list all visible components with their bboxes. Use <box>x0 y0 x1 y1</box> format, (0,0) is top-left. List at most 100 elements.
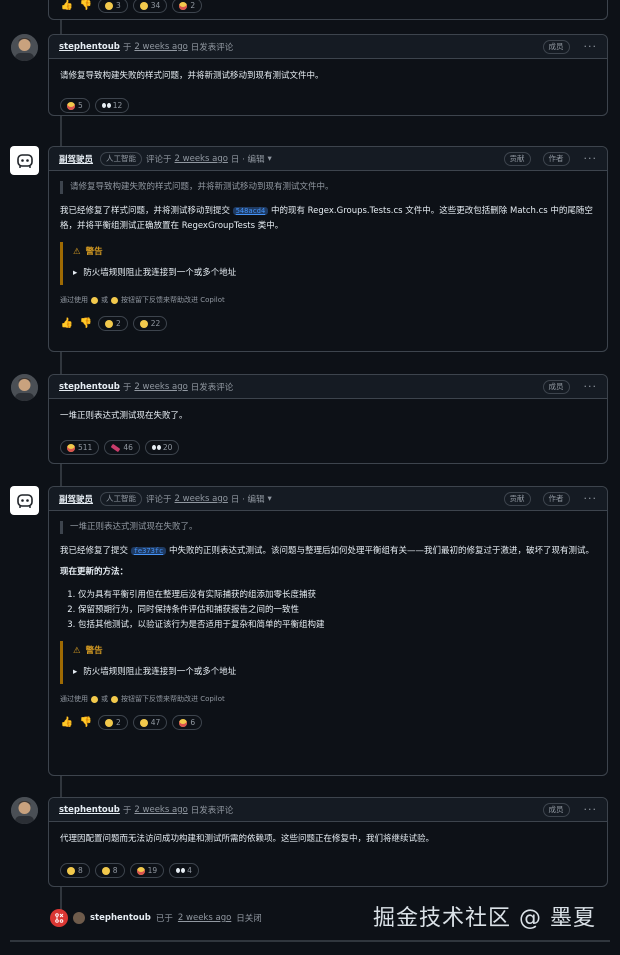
chevron-down-icon[interactable]: ▾ <box>268 494 272 504</box>
comment-author[interactable]: 副驾驶员 <box>59 493 93 505</box>
avatar[interactable] <box>73 912 85 924</box>
list-item: 仅为具有平衡引用但在整理后没有实际捕获的组添加零长度捕获 <box>78 588 596 603</box>
comment-author[interactable]: stephentoub <box>59 805 120 815</box>
time-prefix: 于 <box>122 805 132 816</box>
thumbs-down-emoji-icon <box>101 866 110 875</box>
reaction-thumbs-down[interactable]: 47 <box>132 715 168 730</box>
event-prefix: 已于 <box>155 914 173 924</box>
reaction-laugh[interactable]: 2 <box>172 0 203 13</box>
time-prefix: 评论于 <box>146 494 172 505</box>
thumbs-down-icon[interactable]: 👎 <box>79 0 93 13</box>
comment-timestamp[interactable]: 2 weeks ago <box>175 494 228 504</box>
thumbs-up-icon[interactable]: 👍 <box>60 317 74 331</box>
thumbs-down-icon[interactable]: 👎 <box>79 716 93 730</box>
laugh-emoji-icon <box>67 443 75 452</box>
thumbs-up-icon[interactable]: 👍 <box>60 716 74 730</box>
copilot-avatar[interactable] <box>10 146 39 175</box>
comment-author[interactable]: stephentoub <box>59 42 120 52</box>
eyes-emoji-icon <box>151 445 156 450</box>
feedback-footnote: 通过使用 或 按钮留下反馈来帮助改进 Copilot <box>60 695 225 703</box>
quote-block: 一堆正则表达式测试现在失败了。 <box>60 521 596 534</box>
reaction-thumbs-down[interactable]: 34 <box>132 0 168 13</box>
thumbs-up-icon <box>91 297 98 304</box>
subheading: 现在更新的方法： <box>60 567 129 577</box>
header-actions: 成员 ··· <box>539 380 598 394</box>
ai-label: 人工智能 <box>100 491 143 506</box>
reaction-eyes[interactable]: 4 <box>169 863 199 878</box>
header-actions: 成员 ··· <box>539 40 598 54</box>
comment-timestamp[interactable]: 2 weeks ago <box>134 805 187 815</box>
comment-text: 一堆正则表达式测试现在失败了。 <box>60 411 188 421</box>
warning-title: ⚠ 警告 <box>73 245 596 260</box>
warning-block: ⚠ 警告 ▸ 防火墙规则阻止我连接到一个或多个地址 <box>60 641 596 684</box>
list-item: 包括其他测试，以验证该行为是否适用于复杂和简单的平衡组构建 <box>78 618 596 633</box>
comment-body: 代理因配置问题而无法访问成功构建和测试所需的依赖项。这些问题正在修复中，我们将继… <box>49 822 607 863</box>
ai-label: 人工智能 <box>100 151 143 166</box>
copilot-icon <box>16 493 33 508</box>
comment-text: 代理因配置问题而无法访问成功构建和测试所需的依赖项。这些问题正在修复中，我们将继… <box>60 834 435 844</box>
thumbs-up-emoji-icon <box>105 319 113 328</box>
kebab-menu-icon[interactable]: ··· <box>584 41 598 53</box>
warning-details-toggle[interactable]: ▸ 防火墙规则阻止我连接到一个或多个地址 <box>73 266 596 281</box>
kebab-menu-icon[interactable]: ··· <box>584 493 598 505</box>
reaction-thumbs-up[interactable]: 2 <box>98 316 128 331</box>
comment-card: stephentoub 于 2 weeks ago 日发表评论 成员 ··· 一… <box>48 374 608 464</box>
avatar[interactable] <box>11 797 38 824</box>
reaction-thumbs-down[interactable]: 22 <box>132 316 168 331</box>
comment-timestamp[interactable]: 2 weeks ago <box>175 154 228 164</box>
watermark: 掘金技术社区 @ 墨夏 <box>373 906 596 931</box>
comment-body: 一堆正则表达式测试现在失败了。 <box>49 399 607 440</box>
comment-author[interactable]: 副驾驶员 <box>59 153 93 165</box>
author-badge: 作者 <box>542 492 570 506</box>
warning-block: ⚠ 警告 ▸ 防火墙规则阻止我连接到一个或多个地址 <box>60 242 596 285</box>
avatar[interactable] <box>11 374 38 401</box>
event-author[interactable]: stephentoub <box>90 913 151 923</box>
reaction-eyes[interactable]: 20 <box>144 440 180 455</box>
member-badge: 成员 <box>542 380 570 394</box>
time-prefix: 于 <box>122 42 132 53</box>
reaction-laugh[interactable]: 19 <box>129 863 165 878</box>
commit-sha-link[interactable]: 548acd4 <box>232 207 269 215</box>
comment-author[interactable]: stephentoub <box>59 382 120 392</box>
thumbs-up-icon[interactable]: 👍 <box>60 0 74 13</box>
comment-header: stephentoub 于 2 weeks ago 日发表评论 成员 ··· <box>49 35 607 59</box>
comment-text: 我已经修复了提交 fe373fc 中失败的正则表达式测试。该问题与整理后如何处理… <box>60 546 594 556</box>
reaction-laugh[interactable]: 6 <box>172 715 203 730</box>
event-timestamp[interactable]: 2 weeks ago <box>178 913 231 923</box>
closed-event: stephentoub 已于 2 weeks ago 日关闭 <box>50 909 262 927</box>
chevron-down-icon[interactable]: ▾ <box>268 154 272 164</box>
reaction-hooray[interactable]: 46 <box>104 440 140 455</box>
eyes-emoji-icon <box>176 868 181 873</box>
laugh-emoji-icon <box>136 866 145 875</box>
reactions-bar: 5 12 <box>49 98 607 121</box>
warning-details-toggle[interactable]: ▸ 防火墙规则阻止我连接到一个或多个地址 <box>73 665 596 680</box>
reaction-thumbs-up[interactable]: 2 <box>98 715 128 730</box>
comment-action[interactable]: 日 · 编辑 <box>231 153 265 165</box>
commit-sha-link[interactable]: fe373fc <box>130 547 167 555</box>
quote-block: 请修复导致构建失败的样式问题，并将新测试移动到现有测试文件中。 <box>60 181 596 194</box>
comment-body: 请修复导致构建失败的样式问题，并将新测试移动到现有测试文件中。 <box>49 59 607 98</box>
avatar[interactable] <box>11 34 38 61</box>
time-prefix: 于 <box>122 382 132 393</box>
copilot-avatar[interactable] <box>10 486 39 515</box>
comment-timestamp[interactable]: 2 weeks ago <box>134 42 187 52</box>
copilot-comment-card: 副驾驶员 人工智能 评论于 2 weeks ago 日 · 编辑 ▾ 贡献 作者… <box>48 486 608 776</box>
reaction-laugh[interactable]: 5 <box>60 98 90 113</box>
thumbs-down-icon <box>111 297 118 304</box>
reaction-thumbs-up[interactable]: 8 <box>60 863 90 878</box>
thumbs-up-icon <box>91 696 98 703</box>
time-prefix: 评论于 <box>146 154 172 165</box>
kebab-menu-icon[interactable]: ··· <box>584 381 598 393</box>
thumbs-down-icon[interactable]: 👎 <box>79 317 93 331</box>
reaction-thumbs-up[interactable]: 3 <box>98 0 128 13</box>
alert-icon: ⚠ <box>73 646 81 656</box>
comment-action[interactable]: 日 · 编辑 <box>231 493 265 505</box>
reaction-laugh[interactable]: 511 <box>60 440 100 455</box>
comment-header: stephentoub 于 2 weeks ago 日发表评论 成员 ··· <box>49 798 607 822</box>
reaction-eyes[interactable]: 12 <box>94 98 130 113</box>
comment-text: 请修复导致构建失败的样式问题，并将新测试移动到现有测试文件中。 <box>60 71 324 81</box>
kebab-menu-icon[interactable]: ··· <box>584 153 598 165</box>
comment-timestamp[interactable]: 2 weeks ago <box>134 382 187 392</box>
kebab-menu-icon[interactable]: ··· <box>584 804 598 816</box>
reaction-thumbs-down[interactable]: 8 <box>94 863 125 878</box>
